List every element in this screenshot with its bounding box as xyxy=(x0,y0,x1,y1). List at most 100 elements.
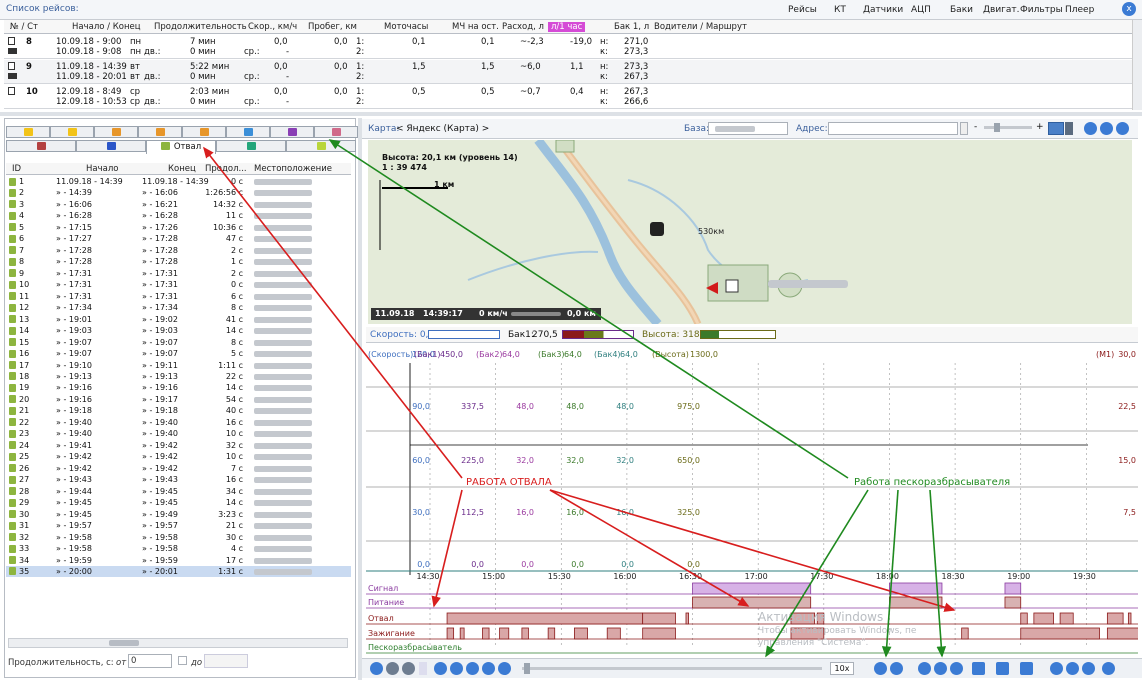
player-tool6-icon[interactable] xyxy=(972,662,985,675)
event-tab-6[interactable] xyxy=(226,126,270,138)
event-row[interactable]: 21 » - 19:18 » - 19:18 40 с xyxy=(6,405,351,416)
event-row[interactable]: 4 » - 16:28 » - 16:28 11 с xyxy=(6,210,351,221)
trips-scrollbar[interactable] xyxy=(1132,20,1142,110)
event-row[interactable]: 9 » - 17:31 » - 17:31 2 с xyxy=(6,268,351,279)
player-tool12-icon[interactable] xyxy=(1102,662,1115,675)
event-tab-9[interactable] xyxy=(6,140,76,152)
layers-icon[interactable] xyxy=(1048,122,1064,135)
event-row[interactable]: 2 » - 14:39 » - 16:06 1:26:56 с xyxy=(6,187,351,198)
event-row[interactable]: 27 » - 19:43 » - 19:43 16 с xyxy=(6,474,351,485)
zoom-thumb[interactable] xyxy=(994,123,1000,132)
trip-row[interactable]: 8 10.09.18 - 9:00 пн 10.09.18 - 9:08 пн 7 мин… xyxy=(4,35,1132,59)
player-tool11-icon[interactable] xyxy=(1082,662,1095,675)
player-tool8-icon[interactable] xyxy=(1020,662,1033,675)
event-row[interactable]: 14 » - 19:03 » - 19:03 14 с xyxy=(6,325,351,336)
map-close-icon[interactable] xyxy=(1116,122,1129,135)
event-row[interactable]: 10 » - 17:31 » - 17:31 0 с xyxy=(6,279,351,290)
base-select[interactable] xyxy=(708,122,788,135)
event-tab-2[interactable] xyxy=(50,126,94,138)
event-row[interactable]: 28 » - 19:44 » - 19:45 34 с xyxy=(6,486,351,497)
col-mch-rest[interactable]: МЧ на ост. xyxy=(452,22,499,32)
menu-adc[interactable]: АЦП xyxy=(911,5,931,15)
player-progress-track[interactable] xyxy=(522,667,822,670)
event-row[interactable]: 33 » - 19:58 » - 19:58 4 с xyxy=(6,543,351,554)
event-tab-12[interactable] xyxy=(216,140,286,152)
player-settings-icon[interactable] xyxy=(402,662,415,675)
player-tool1-icon[interactable] xyxy=(874,662,887,675)
event-row[interactable]: 18 » - 19:13 » - 19:13 22 с xyxy=(6,371,351,382)
zoom-plus[interactable]: + xyxy=(1036,122,1044,132)
event-tab-4[interactable] xyxy=(138,126,182,138)
player-last-icon[interactable] xyxy=(498,662,511,675)
menu-trips[interactable]: Рейсы xyxy=(788,5,817,15)
col-drivers[interactable]: Водители / Маршрут xyxy=(654,22,747,32)
menu-player[interactable]: Плеер xyxy=(1065,5,1094,15)
map-view[interactable]: 530км Высота: 20,1 км (уровень 14) 1 : 3… xyxy=(368,140,1132,324)
player-next-icon[interactable] xyxy=(482,662,495,675)
event-row[interactable]: 31 » - 19:57 » - 19:57 21 с xyxy=(6,520,351,531)
close-icon[interactable]: x xyxy=(1122,2,1136,16)
event-tab-1[interactable] xyxy=(6,126,50,138)
zoom-minus[interactable]: - xyxy=(974,122,977,132)
col-start-end[interactable]: Начало / Конец xyxy=(72,22,141,32)
to-input[interactable] xyxy=(204,654,248,668)
event-row[interactable]: 25 » - 19:42 » - 19:42 10 с xyxy=(6,451,351,462)
splitter-vertical[interactable] xyxy=(358,118,362,680)
map-settings-icon[interactable] xyxy=(1100,122,1113,135)
col-location[interactable]: Местоположение xyxy=(254,164,332,174)
event-tab-10[interactable] xyxy=(76,140,146,152)
col-dur[interactable]: Продол... xyxy=(205,164,247,174)
trip-row[interactable]: 10 12.09.18 - 8:49 ср 12.09.18 - 10:53 ср 2:0… xyxy=(4,85,1132,109)
event-row[interactable]: 23 » - 19:40 » - 19:40 10 с xyxy=(6,428,351,439)
splitter[interactable] xyxy=(0,112,1142,116)
player-prev-icon[interactable] xyxy=(450,662,463,675)
event-row[interactable]: 26 » - 19:42 » - 19:42 7 с xyxy=(6,463,351,474)
event-row[interactable]: 11 » - 17:31 » - 17:31 6 с xyxy=(6,291,351,302)
col-speed[interactable]: Скор., км/ч xyxy=(248,22,297,32)
address-go-button[interactable] xyxy=(960,122,968,135)
player-tool5-icon[interactable] xyxy=(950,662,963,675)
player-play-icon[interactable] xyxy=(466,662,479,675)
col-duration[interactable]: Продолжительность xyxy=(154,22,247,32)
menu-tanks[interactable]: Баки xyxy=(950,5,973,15)
trip-row[interactable]: 9 11.09.18 - 14:39 вт 11.09.18 - 20:01 вт 5:2… xyxy=(4,60,1132,84)
col-motohours[interactable]: Моточасы xyxy=(384,22,428,32)
event-row[interactable]: 8 » - 17:28 » - 17:28 1 с xyxy=(6,256,351,267)
event-row[interactable]: 17 » - 19:10 » - 19:11 1:11 с xyxy=(6,360,351,371)
map-source[interactable]: < Яндекс (Карта) > xyxy=(396,124,489,134)
menu-filters[interactable]: Фильтры xyxy=(1020,5,1063,15)
player-first-icon[interactable] xyxy=(434,662,447,675)
event-tab-5[interactable] xyxy=(182,126,226,138)
events-hscrollbar[interactable] xyxy=(8,638,348,648)
event-tab-8[interactable] xyxy=(314,126,358,138)
event-row[interactable]: 20 » - 19:16 » - 19:17 54 с xyxy=(6,394,351,405)
event-row[interactable]: 12 » - 17:34 » - 17:34 8 с xyxy=(6,302,351,313)
col-id[interactable]: ID xyxy=(12,164,21,174)
event-row[interactable]: 3 » - 16:06 » - 16:21 14:32 с xyxy=(6,199,351,210)
player-close-icon[interactable] xyxy=(370,662,383,675)
menu-kt[interactable]: КТ xyxy=(834,5,846,15)
player-speed-select[interactable]: 10x xyxy=(830,662,854,675)
from-input[interactable]: 0 xyxy=(128,654,172,668)
tab-otval[interactable]: Отвал xyxy=(146,140,216,154)
event-row[interactable]: 30 » - 19:45 » - 19:49 3:23 с xyxy=(6,509,351,520)
event-row[interactable]: 5 » - 17:15 » - 17:26 10:36 с xyxy=(6,222,351,233)
col-num[interactable]: № / Ст xyxy=(10,22,38,32)
event-row[interactable]: 13 » - 19:01 » - 19:02 41 с xyxy=(6,314,351,325)
event-row[interactable]: 32 » - 19:58 » - 19:58 30 с xyxy=(6,532,351,543)
zoom-slider[interactable] xyxy=(984,126,1032,129)
player-tool10-icon[interactable] xyxy=(1066,662,1079,675)
col-distance[interactable]: Пробег, км xyxy=(308,22,357,32)
layers-dropdown-icon[interactable] xyxy=(1065,122,1073,135)
event-row[interactable]: 34 » - 19:59 » - 19:59 17 с xyxy=(6,555,351,566)
player-tool9-icon[interactable] xyxy=(1050,662,1063,675)
event-row[interactable]: 6 » - 17:27 » - 17:28 47 с xyxy=(6,233,351,244)
col-lh[interactable]: л/1 час xyxy=(548,22,586,32)
event-tab-13[interactable] xyxy=(286,140,356,152)
player-tool7-icon[interactable] xyxy=(996,662,1009,675)
event-row[interactable]: 15 » - 19:07 » - 19:07 8 с xyxy=(6,337,351,348)
sensor-chart[interactable]: (Скорость) 120,0 (Бак1) 450,0 (Бак2) 64,0 (Бак… xyxy=(366,345,1142,655)
event-row[interactable]: 29 » - 19:45 » - 19:45 14 с xyxy=(6,497,351,508)
event-row[interactable]: 24 » - 19:41 » - 19:42 32 с xyxy=(6,440,351,451)
event-row[interactable]: 1 11.09.18 - 14:39 11.09.18 - 14:39 0 с xyxy=(6,176,351,187)
